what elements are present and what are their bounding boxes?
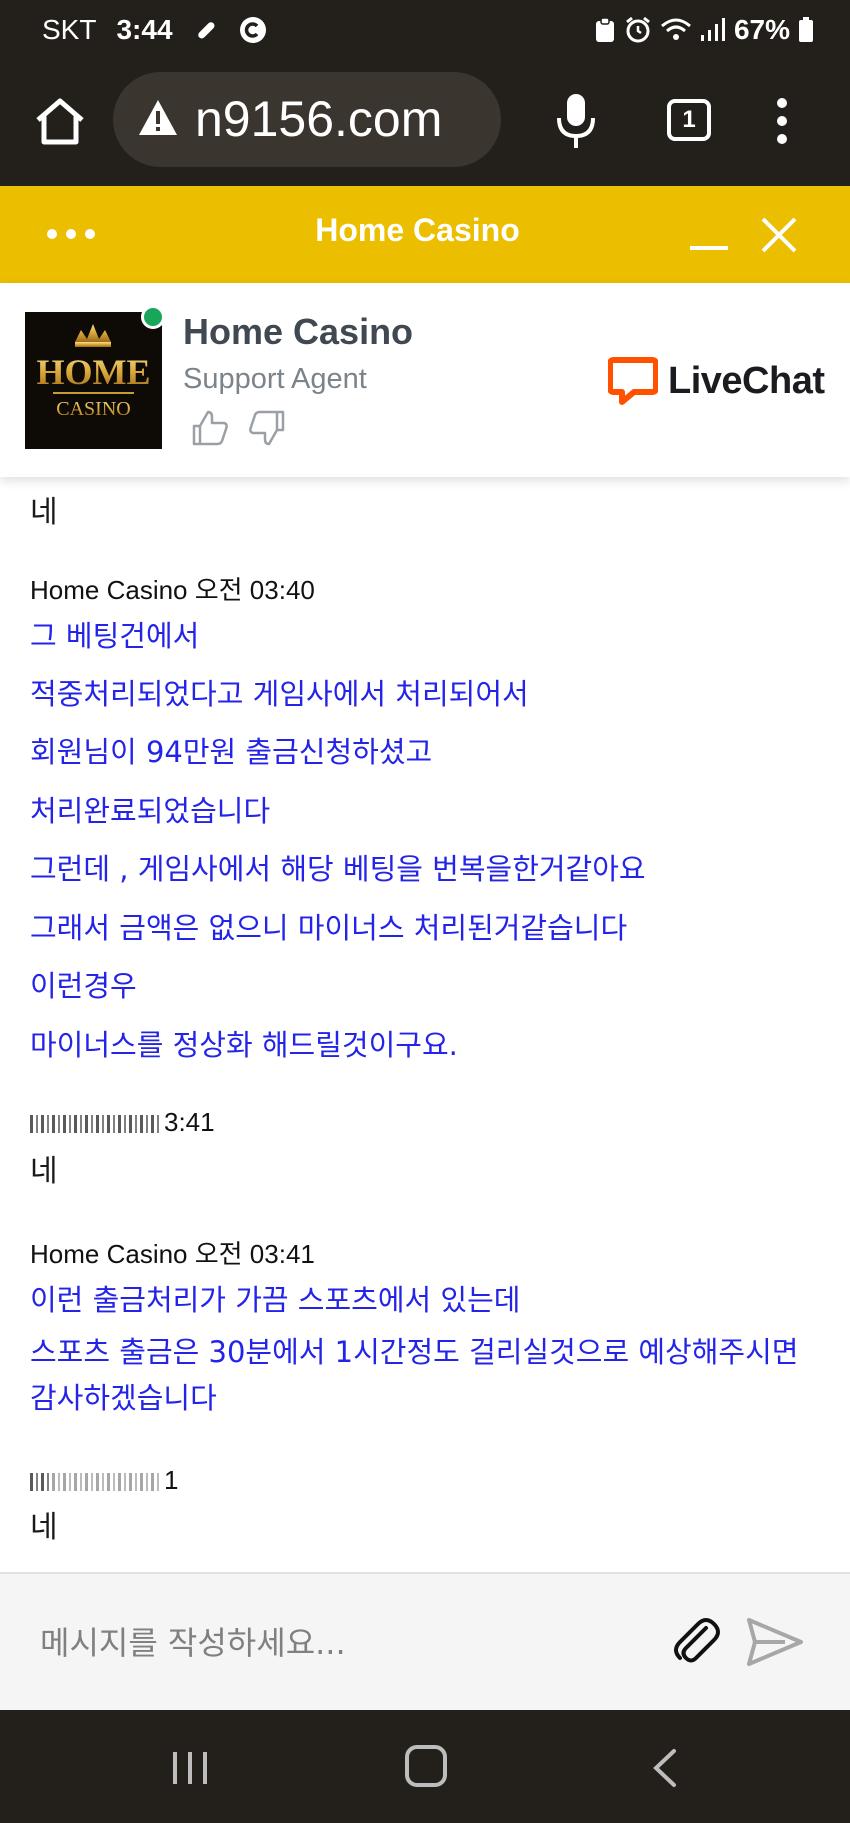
home-casino-logo: HOME CASINO bbox=[25, 312, 162, 449]
user-message: 네 bbox=[30, 1154, 58, 1189]
message-meta: 3:41 bbox=[30, 1107, 215, 1138]
message-meta: Home Casino 오전 03:40 bbox=[30, 575, 315, 605]
close-icon[interactable] bbox=[760, 216, 798, 254]
livechat-wordmark: LiveChat bbox=[668, 359, 825, 402]
redacted-name bbox=[30, 1473, 50, 1492]
tab-switcher-button[interactable]: 1 bbox=[667, 99, 711, 141]
agent-message-line: 그 베팅건에서 bbox=[30, 619, 200, 653]
user-message: 네 bbox=[30, 495, 58, 530]
clipboard-icon bbox=[594, 17, 616, 43]
wifi-icon bbox=[660, 17, 692, 43]
message-list[interactable]: 네 Home Casino 오전 03:40 그 베팅건에서 적중처리되었다고 … bbox=[0, 477, 850, 1572]
battery-icon bbox=[798, 17, 814, 43]
agent-role: Support Agent bbox=[183, 363, 367, 395]
status-right: 67% bbox=[594, 14, 814, 46]
home-icon[interactable] bbox=[30, 92, 90, 152]
agent-message-line: 그래서 금액은 없으니 마이너스 처리된거같습니다 bbox=[30, 911, 628, 945]
redacted-name bbox=[52, 1115, 162, 1134]
status-bar: SKT 3:44 67% bbox=[0, 0, 850, 66]
system-nav-bar bbox=[0, 1710, 850, 1823]
key-icon bbox=[193, 17, 219, 43]
message-meta: Home Casino 오전 03:41 bbox=[30, 1239, 315, 1269]
agent-message-line: 회원님이 94만원 출금신청하셨고 bbox=[30, 735, 433, 769]
redacted-name bbox=[30, 1115, 50, 1134]
alarm-icon bbox=[624, 16, 652, 44]
paperclip-icon[interactable] bbox=[668, 1614, 724, 1670]
agent-message-line: 그런데 , 게임사에서 해당 베팅을 번복을한거같아요 bbox=[30, 852, 646, 886]
recent-apps-icon[interactable] bbox=[170, 1748, 210, 1788]
carrier-label: SKT bbox=[42, 14, 97, 45]
agent-message-line: 스포츠 출금은 30분에서 1시간정도 걸리실것으로 예상해주시면 감사하겠습니… bbox=[30, 1335, 799, 1415]
clock: 3:44 bbox=[116, 14, 173, 45]
svg-text:HOME: HOME bbox=[37, 352, 151, 392]
home-nav-icon[interactable] bbox=[405, 1745, 447, 1787]
livechat-logo: LiveChat bbox=[608, 356, 825, 406]
agent-message-line: 이런 출금처리가 가끔 스포츠에서 있는데 bbox=[30, 1283, 521, 1317]
url-text[interactable]: n9156.com bbox=[195, 90, 442, 148]
message-input[interactable]: 메시지를 작성하세요... bbox=[40, 1618, 346, 1664]
battery-percent: 67% bbox=[733, 14, 790, 45]
livechat-bubble-icon bbox=[608, 357, 658, 405]
online-status-dot bbox=[141, 305, 165, 329]
more-options-icon[interactable] bbox=[775, 96, 789, 146]
signal-icon bbox=[700, 18, 726, 42]
agent-card: HOME CASINO Home Casino Support Agent Li… bbox=[0, 283, 850, 477]
agent-message-line: 이런경우 bbox=[30, 969, 137, 1003]
agent-message-line: 마이너스를 정상화 해드릴것이구요. bbox=[30, 1028, 458, 1062]
message-time: 1 bbox=[164, 1465, 179, 1495]
warning-icon[interactable] bbox=[137, 98, 179, 138]
minimize-icon[interactable] bbox=[688, 228, 730, 252]
agent-message-line: 적중처리되었다고 게임사에서 처리되어서 bbox=[30, 677, 529, 711]
back-icon[interactable] bbox=[650, 1748, 680, 1788]
thumbs-up-icon[interactable] bbox=[190, 408, 230, 448]
microphone-icon[interactable] bbox=[555, 90, 597, 154]
message-time: 3:41 bbox=[164, 1107, 215, 1137]
message-meta: 1 bbox=[30, 1465, 178, 1496]
svg-text:CASINO: CASINO bbox=[56, 398, 130, 420]
status-left: SKT 3:44 bbox=[42, 14, 267, 46]
chat-header: Home Casino bbox=[0, 186, 850, 283]
browser-toolbar: n9156.com 1 bbox=[0, 66, 850, 252]
address-bar[interactable]: n9156.com bbox=[113, 72, 501, 167]
agent-name: Home Casino bbox=[183, 311, 414, 352]
redacted-name bbox=[52, 1473, 162, 1492]
agent-avatar: HOME CASINO bbox=[25, 312, 162, 449]
message-composer: 메시지를 작성하세요... bbox=[0, 1572, 850, 1710]
user-message: 네 bbox=[30, 1510, 58, 1545]
c-badge-icon bbox=[239, 16, 267, 44]
thumbs-down-icon[interactable] bbox=[247, 408, 287, 448]
send-icon[interactable] bbox=[745, 1614, 805, 1670]
agent-message-line: 처리완료되었습니다 bbox=[30, 794, 271, 828]
